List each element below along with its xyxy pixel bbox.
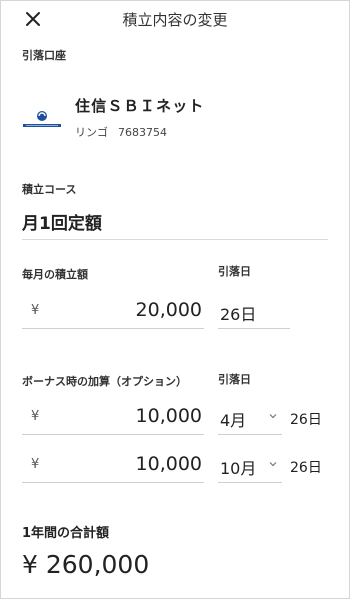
bonus-amount-input-2[interactable]: ¥ 10,000 <box>22 449 204 483</box>
monthly-debit-day-field: 26日 <box>218 295 290 329</box>
bonus-month-select-1[interactable]: 4月 <box>218 401 282 435</box>
bonus-amount-value-1: 10,000 <box>135 405 202 427</box>
bonus-amount-input-1[interactable]: ¥ 10,000 <box>22 401 204 435</box>
bonus-month-value-1: 4月 <box>220 411 247 430</box>
bonus-amount-value-2: 10,000 <box>135 453 202 475</box>
course-value[interactable]: 月1回定額 <box>22 209 102 234</box>
bank-name: 住信ＳＢＩネット <box>75 97 205 115</box>
account-number: 7683754 <box>118 126 167 139</box>
monthly-amount-label: 毎月の積立額 <box>22 268 88 281</box>
bonus-debit-day-2: 26日 <box>290 460 322 476</box>
currency-symbol: ¥ <box>31 457 40 472</box>
yearly-total-label: 1年間の合計額 <box>22 526 110 541</box>
bonus-month-value-2: 10月 <box>220 459 257 478</box>
course-divider <box>22 239 328 240</box>
currency-symbol: ¥ <box>31 303 40 318</box>
currency-symbol: ¥ <box>31 409 40 424</box>
monthly-debit-day-label: 引落日 <box>218 265 251 278</box>
page-title: 積立内容の変更 <box>122 11 228 29</box>
bonus-month-select-2[interactable]: 10月 <box>218 449 282 483</box>
yearly-total-value: ¥ 260,000 <box>22 550 150 579</box>
monthly-amount-input[interactable]: ¥ 20,000 <box>22 295 204 329</box>
monthly-debit-day-value: 26日 <box>220 305 257 324</box>
account-section-label: 引落口座 <box>22 49 66 62</box>
chevron-down-icon <box>269 462 277 467</box>
monthly-amount-value: 20,000 <box>135 299 202 321</box>
bonus-debit-day-label: 引落日 <box>218 373 251 386</box>
account-holder-name: リンゴ <box>75 126 108 139</box>
course-label: 積立コース <box>22 183 77 196</box>
chevron-down-icon <box>269 414 277 419</box>
bonus-debit-day-1: 26日 <box>290 412 322 428</box>
account-holder-row: リンゴ 7683754 <box>75 124 167 140</box>
bonus-label: ボーナス時の加算（オプション） <box>22 375 187 388</box>
bank-logo-icon <box>22 110 62 132</box>
